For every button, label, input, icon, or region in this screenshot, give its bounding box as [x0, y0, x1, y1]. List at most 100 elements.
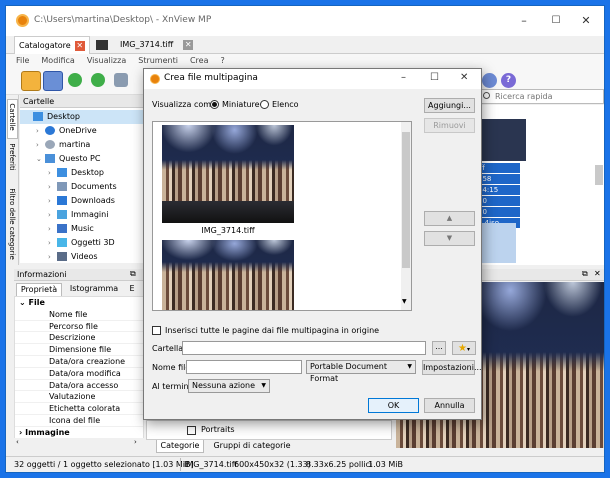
folder-tree-item[interactable]: › Desktop — [20, 166, 144, 180]
dialog-close-button[interactable]: ✕ — [460, 72, 468, 83]
folder-tree-item[interactable]: › Immagini — [20, 208, 144, 222]
radio-elenco[interactable] — [260, 100, 269, 109]
folder-tree-item[interactable]: › Music — [20, 222, 144, 236]
menu-strumenti[interactable]: Strumenti — [132, 54, 184, 67]
folder-tree-item[interactable]: ⌄ Questo PC — [20, 152, 144, 166]
props-hscroll[interactable]: ‹ › — [14, 438, 144, 448]
tab-gruppi[interactable]: Gruppi di categorie — [210, 440, 294, 453]
property-row[interactable]: Data/ora creazione — [15, 356, 143, 368]
property-row[interactable]: Icona del file — [15, 415, 143, 427]
dialog-maximize-button[interactable]: ☐ — [430, 72, 439, 83]
ok-button[interactable]: OK — [368, 398, 419, 413]
search-box[interactable] — [478, 89, 604, 104]
format-select[interactable]: Portable Document Format ▼ — [306, 360, 416, 383]
close-panel-icon[interactable]: ✕ — [594, 269, 601, 278]
expand-arrow-icon[interactable]: › — [48, 236, 57, 250]
prop-group-image[interactable]: › Immagine — [15, 427, 143, 439]
scrollbar-thumb[interactable] — [402, 132, 410, 268]
expand-arrow-icon[interactable]: › — [48, 222, 57, 236]
property-row[interactable]: Percorso file — [15, 321, 143, 333]
property-row[interactable]: Nome file — [15, 309, 143, 321]
rotate-right-icon[interactable] — [91, 73, 105, 87]
settings-gear-icon[interactable] — [482, 73, 497, 88]
tab-catalogatore[interactable]: Catalogatore ✕ — [14, 36, 90, 54]
property-row[interactable]: Etichetta colorata — [15, 403, 143, 415]
expand-arrow-icon[interactable]: › — [48, 194, 57, 208]
category-checkbox[interactable] — [187, 426, 196, 435]
folder-input[interactable] — [182, 341, 426, 355]
thumbnail-scrollbar[interactable] — [594, 105, 604, 265]
menu-file[interactable]: File — [6, 54, 35, 67]
tab-image[interactable]: IMG_3714.tiff ✕ — [94, 36, 197, 54]
at-end-select[interactable]: Nessuna azione ▼ — [188, 379, 270, 393]
property-row[interactable]: Data/ora accesso — [15, 380, 143, 392]
side-tab-preferiti[interactable]: Preferiti — [8, 137, 16, 177]
filename-input[interactable] — [186, 360, 302, 374]
insert-all-label[interactable]: Inserisci tutte le pagine dai file multi… — [165, 326, 379, 335]
radio-elenco-label[interactable]: Elenco — [272, 100, 299, 109]
expand-arrow-icon[interactable]: › — [48, 208, 57, 222]
expand-arrow-icon[interactable]: › — [48, 180, 57, 194]
fullscreen-icon[interactable] — [43, 71, 63, 91]
property-row[interactable]: Data/ora modifica — [15, 368, 143, 380]
move-up-button[interactable]: ▲ — [424, 211, 475, 226]
thumbnail-image[interactable] — [162, 240, 294, 310]
scrollbar-thumb[interactable] — [595, 165, 603, 185]
add-button[interactable]: Aggiungi... — [424, 98, 475, 113]
expand-arrow-icon[interactable]: › — [36, 138, 45, 152]
property-row[interactable]: Valutazione — [15, 391, 143, 404]
folder-tree-item[interactable]: › Downloads — [20, 194, 144, 208]
radio-miniature-label[interactable]: Miniature — [222, 100, 260, 109]
expand-arrow-icon[interactable]: › — [36, 124, 45, 138]
status-dimensions: 600x450x32 (1.33) — [234, 460, 311, 469]
tools-icon[interactable] — [114, 73, 128, 87]
menu-help[interactable]: ? — [214, 54, 230, 67]
tab-exif[interactable]: E — [124, 283, 140, 296]
prop-group-file[interactable]: ⌄ File — [15, 297, 143, 309]
expand-arrow-icon[interactable]: › — [48, 166, 57, 180]
favorites-button[interactable]: ★▾ — [452, 341, 476, 355]
file-list[interactable]: IMG_3714.tiff ▼ — [152, 121, 412, 311]
search-input[interactable] — [495, 91, 601, 102]
close-tab-icon[interactable]: ✕ — [74, 40, 85, 51]
menu-crea[interactable]: Crea — [184, 54, 215, 67]
side-tab-filtro[interactable]: Filtro delle categorie — [8, 178, 16, 270]
scroll-down-icon[interactable]: ▼ — [402, 298, 407, 305]
browser-icon[interactable] — [21, 71, 41, 91]
folder-tree-item[interactable]: › martina — [20, 138, 144, 152]
insert-all-checkbox[interactable] — [152, 326, 161, 335]
settings-button[interactable]: Impostazioni... — [422, 360, 482, 375]
expand-arrow-icon[interactable]: › — [48, 250, 57, 264]
move-down-button[interactable]: ▼ — [424, 231, 475, 246]
dialog-minimize-button[interactable]: – — [401, 72, 406, 83]
pin-panel-icon[interactable]: ⧉ — [130, 269, 136, 279]
close-window-button[interactable]: ✕ — [566, 6, 604, 36]
tab-categorie[interactable]: Categorie — [156, 440, 204, 453]
collapse-arrow-icon[interactable]: ⌄ — [36, 152, 45, 166]
remove-button[interactable]: Rimuovi — [424, 118, 475, 133]
radio-miniature[interactable] — [210, 100, 219, 109]
folder-tree-item[interactable]: Desktop — [20, 110, 144, 124]
scroll-left-icon[interactable]: ‹ — [16, 438, 19, 446]
menu-modifica[interactable]: Modifica — [35, 54, 80, 67]
property-row[interactable]: Descrizione — [15, 332, 143, 345]
pin-panel-icon[interactable]: ⧉ — [582, 269, 588, 279]
cancel-button[interactable]: Annulla — [424, 398, 475, 413]
folder-tree-label: Documents — [71, 182, 117, 191]
tab-proprieta[interactable]: Proprietà — [16, 283, 62, 296]
window-title: C:\Users\martina\Desktop\ - XnView MP — [34, 15, 212, 25]
scroll-right-icon[interactable]: › — [134, 438, 137, 446]
folder-tree-item[interactable]: › Documents — [20, 180, 144, 194]
rotate-left-icon[interactable] — [68, 73, 82, 87]
browse-button[interactable]: ... — [432, 341, 446, 355]
file-list-scrollbar[interactable]: ▼ — [401, 122, 411, 310]
property-row[interactable]: Dimensione file — [15, 344, 143, 356]
tab-istogramma[interactable]: Istogramma — [66, 283, 122, 296]
thumbnail-image[interactable] — [162, 125, 294, 223]
help-icon[interactable]: ? — [501, 73, 516, 88]
folder-tree-item[interactable]: › OneDrive — [20, 124, 144, 138]
menu-visualizza[interactable]: Visualizza — [81, 54, 132, 67]
close-tab-icon[interactable]: ✕ — [183, 40, 194, 50]
folder-tree-item[interactable]: › Videos — [20, 250, 144, 264]
folder-tree-item[interactable]: › Oggetti 3D — [20, 236, 144, 250]
